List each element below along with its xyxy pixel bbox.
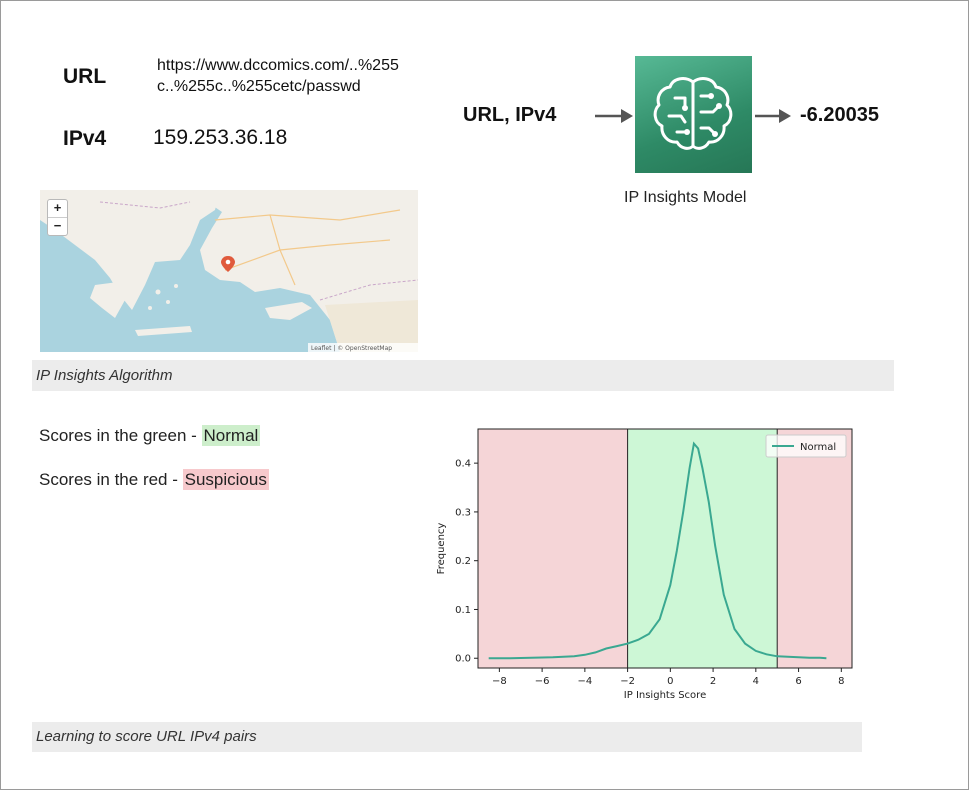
output-arrow-icon	[755, 109, 791, 123]
x-tick-label: −6	[535, 676, 550, 687]
url-label: URL	[63, 65, 107, 88]
map-zoom-control: + −	[47, 199, 68, 236]
x-tick-label: −2	[620, 676, 635, 687]
y-tick-label: 0.0	[455, 654, 471, 665]
model-caption: IP Insights Model	[624, 189, 747, 206]
x-tick-label: −8	[492, 676, 507, 687]
x-tick-label: 6	[795, 676, 801, 687]
figure-caption-learning: Learning to score URL IPv4 pairs	[32, 722, 862, 752]
region-suspicious-2	[777, 429, 852, 668]
x-tick-label: 0	[667, 676, 673, 687]
red-legend-line: Scores in the red - Suspicious	[39, 469, 269, 490]
zoom-out-button[interactable]: −	[48, 217, 67, 235]
red-legend-prefix: Scores in the red -	[39, 470, 183, 489]
x-tick-label: 8	[838, 676, 844, 687]
ipv4-value: 159.253.36.18	[153, 126, 288, 149]
zoom-in-button[interactable]: +	[48, 200, 67, 217]
brain-circuit-icon	[653, 77, 733, 150]
model-block	[635, 56, 752, 173]
y-axis-label: Frequency	[436, 523, 447, 575]
y-tick-label: 0.4	[455, 459, 471, 470]
x-tick-label: 2	[710, 676, 716, 687]
red-legend-word: Suspicious	[182, 469, 269, 490]
ipv4-label: IPv4	[63, 127, 107, 150]
y-tick-label: 0.3	[455, 507, 471, 518]
green-legend-line: Scores in the green - Normal	[39, 425, 261, 446]
region-suspicious-0	[478, 429, 628, 668]
green-legend-word: Normal	[201, 425, 261, 446]
model-input-label: URL, IPv4	[463, 104, 557, 126]
model-output-score: -6.20035	[800, 104, 879, 126]
input-arrow-icon	[595, 109, 633, 123]
x-axis-label: IP Insights Score	[624, 690, 706, 701]
x-tick-label: 4	[753, 676, 759, 687]
x-tick-label: −4	[577, 676, 592, 687]
green-legend-prefix: Scores in the green -	[39, 426, 202, 445]
map-image: Leaflet | © OpenStreetMap	[40, 190, 418, 352]
y-tick-label: 0.2	[455, 556, 471, 567]
chart-svg: −8 −6 −4 −2 0 2 4 6 8 0.0 0.1 0.2 0.3 0.4 IP Insights …	[436, 428, 853, 701]
score-distribution-chart: −8 −6 −4 −2 0 2 4 6 8 0.0 0.1 0.2 0.3 0.4 IP Insights …	[430, 420, 860, 715]
y-tick-label: 0.1	[455, 605, 471, 616]
legend-label: Normal	[800, 442, 836, 453]
map-attribution[interactable]: Leaflet | © OpenStreetMap	[311, 345, 392, 352]
url-value: https://www.dccomics.com/..%255c..%255c.…	[157, 57, 399, 95]
geolocation-map[interactable]: Leaflet | © OpenStreetMap	[40, 190, 418, 352]
figure-caption-algorithm: IP Insights Algorithm	[32, 360, 894, 391]
